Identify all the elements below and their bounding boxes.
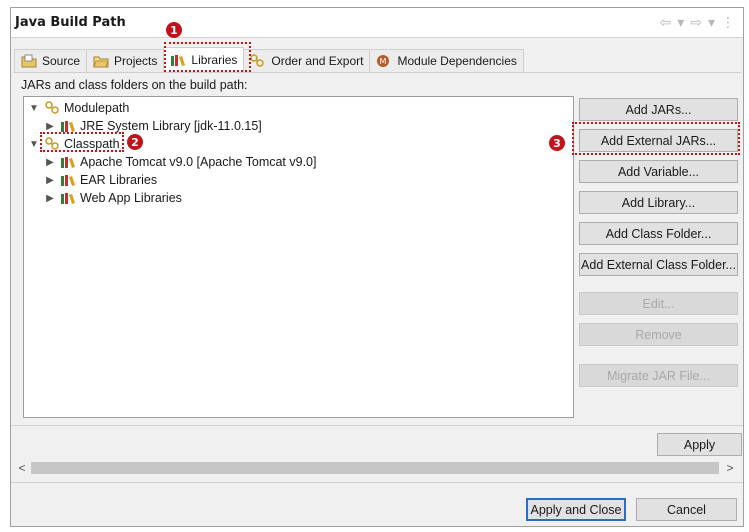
tab-module-dependencies[interactable]: M Module Dependencies [369, 49, 524, 72]
chevron-right-icon[interactable]: ▶ [44, 175, 56, 186]
cancel-button[interactable]: Cancel [636, 498, 737, 521]
scroll-left-icon[interactable]: < [15, 460, 29, 476]
source-folder-icon [21, 54, 37, 68]
modulepath-icon [44, 101, 60, 115]
tab-label: Order and Export [271, 54, 364, 68]
tab-bar: Source Projects Libraries Order and Expo… [14, 47, 524, 72]
projects-icon [93, 54, 109, 68]
tree-node-label: JRE System Library [jdk-11.0.15] [80, 119, 262, 133]
marker-three: 3 [549, 135, 565, 151]
tree-node-web-app-libraries[interactable]: ▶ Web App Libraries [44, 189, 182, 207]
footer-separator [11, 482, 743, 483]
tab-label: Projects [114, 54, 158, 68]
library-icon [60, 191, 76, 205]
chevron-right-icon[interactable]: ▶ [44, 121, 56, 132]
module-dependencies-icon: M [376, 54, 392, 68]
separator [11, 425, 743, 426]
view-menu-icon[interactable]: ⋮ [721, 14, 735, 31]
tree-node-label: EAR Libraries [80, 173, 158, 187]
forward-arrow-icon[interactable]: ⇨ [690, 14, 702, 31]
tab-divider [13, 72, 741, 73]
highlight-classpath [40, 132, 124, 152]
tab-order-and-export[interactable]: Order and Export [243, 49, 371, 72]
highlight-libraries-tab [164, 42, 251, 72]
tab-source[interactable]: Source [14, 49, 88, 72]
add-class-folder-button[interactable]: Add Class Folder... [579, 222, 738, 245]
nav-buttons: ⇦ ▾ ⇨ ▾ ⋮ [659, 14, 735, 31]
remove-button: Remove [579, 323, 738, 346]
java-build-path-window: Java Build Path ⇦ ▾ ⇨ ▾ ⋮ Source Project… [10, 7, 744, 527]
add-variable-button[interactable]: Add Variable... [579, 160, 738, 183]
migrate-jar-file-button: Migrate JAR File... [579, 364, 738, 387]
scroll-right-icon[interactable]: > [723, 460, 737, 476]
library-icon [60, 155, 76, 169]
tree-node-apache-tomcat[interactable]: ▶ Apache Tomcat v9.0 [Apache Tomcat v9.0… [44, 153, 316, 171]
apply-button[interactable]: Apply [657, 433, 742, 456]
tab-projects[interactable]: Projects [86, 49, 165, 72]
add-library-button[interactable]: Add Library... [579, 191, 738, 214]
title-bar: Java Build Path ⇦ ▾ ⇨ ▾ ⋮ [11, 8, 743, 38]
chevron-right-icon[interactable]: ▶ [44, 193, 56, 204]
highlight-add-external-jars [572, 122, 740, 155]
forward-dropdown-icon[interactable]: ▾ [708, 14, 715, 31]
add-jars-button[interactable]: Add JARs... [579, 98, 738, 121]
tree-node-label: Web App Libraries [80, 191, 182, 205]
marker-two: 2 [127, 134, 143, 150]
edit-button: Edit... [579, 292, 738, 315]
order-export-icon [250, 54, 266, 68]
back-dropdown-icon[interactable]: ▾ [677, 14, 684, 31]
apply-and-close-button[interactable]: Apply and Close [526, 498, 626, 521]
chevron-down-icon[interactable]: ▼ [28, 103, 40, 114]
tree-node-modulepath[interactable]: ▼ Modulepath [28, 99, 129, 117]
library-icon [60, 119, 76, 133]
add-external-class-folder-button[interactable]: Add External Class Folder... [579, 253, 738, 276]
build-path-label: JARs and class folders on the build path… [21, 78, 248, 92]
window-title: Java Build Path [15, 15, 126, 30]
library-icon [60, 173, 76, 187]
tree-node-label: Modulepath [64, 101, 130, 115]
scrollbar-thumb[interactable] [31, 462, 719, 474]
tree-node-label: Apache Tomcat v9.0 [Apache Tomcat v9.0] [80, 155, 317, 169]
back-arrow-icon[interactable]: ⇦ [659, 14, 671, 31]
chevron-right-icon[interactable]: ▶ [44, 157, 56, 168]
tab-label: Source [42, 54, 81, 68]
horizontal-scrollbar[interactable]: < > [13, 460, 741, 476]
tree-node-ear-libraries[interactable]: ▶ EAR Libraries [44, 171, 157, 189]
marker-one: 1 [166, 22, 182, 38]
svg-text:M: M [380, 57, 387, 66]
chevron-down-icon[interactable]: ▼ [28, 139, 40, 150]
tab-label: Module Dependencies [397, 54, 517, 68]
